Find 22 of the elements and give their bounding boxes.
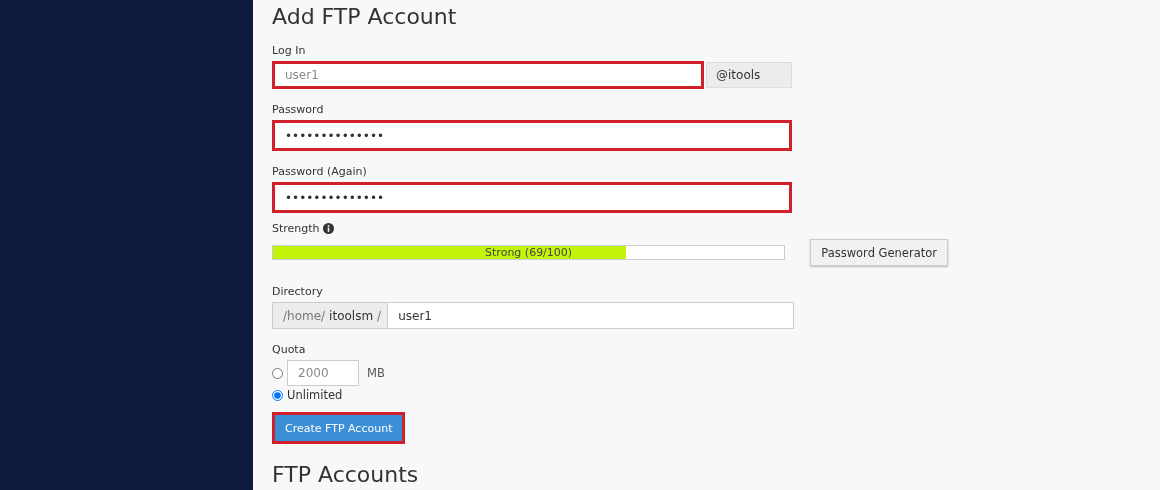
password-field[interactable]: ••••••••••••••: [272, 120, 792, 151]
password-generator-button[interactable]: Password Generator: [810, 239, 948, 266]
field-label: Quota: [272, 343, 306, 357]
info-icon[interactable]: [322, 223, 334, 234]
field-label: Password (Again): [272, 165, 367, 179]
directory-prefix: /home/ itoolsm /: [272, 302, 388, 329]
field-label: Log In: [272, 44, 306, 58]
unit-label: MB: [367, 366, 385, 380]
radio-button[interactable]: [272, 389, 283, 401]
domain-addon: @itools: [706, 62, 792, 88]
option-label: Unlimited: [287, 388, 343, 402]
directory-field[interactable]: user1: [387, 302, 795, 329]
field-label: Strength: [272, 222, 320, 236]
section-title: FTP Accounts: [272, 462, 420, 488]
field-label: Password: [272, 103, 324, 117]
page-title: Add FTP Account: [272, 3, 458, 31]
field-label: Directory: [272, 285, 323, 299]
strength-reading: Strong (69/100): [484, 246, 574, 259]
radio-button[interactable]: [272, 367, 283, 379]
quota-field[interactable]: 2000: [287, 360, 359, 386]
password-field[interactable]: ••••••••••••••: [272, 182, 792, 213]
login-field[interactable]: user1: [272, 61, 704, 89]
